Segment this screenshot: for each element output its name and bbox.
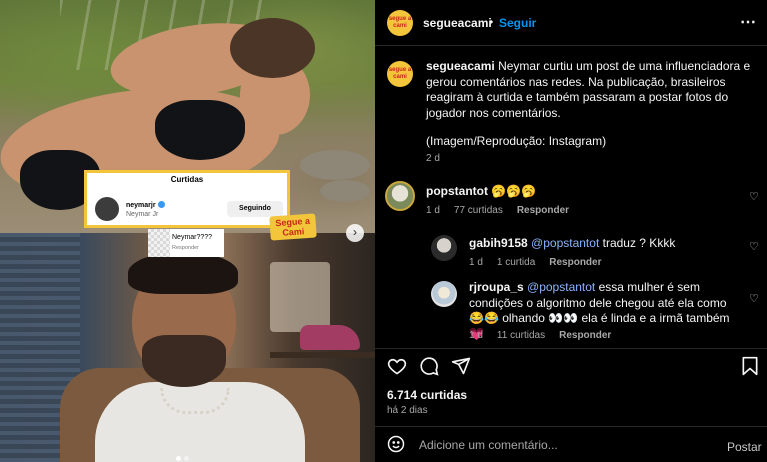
share-icon[interactable]	[451, 356, 471, 382]
separator-dot: •	[489, 15, 494, 29]
carousel-dot	[176, 456, 181, 461]
verified-icon	[157, 201, 165, 208]
overlay-fullname: Neymar Jr	[126, 211, 159, 218]
bookmark-icon[interactable]	[741, 356, 759, 382]
likes-overlay: Curtidas neymarjr Neymar Jr Seguindo	[84, 170, 290, 228]
caption-time: 2 d	[426, 153, 440, 164]
woman-hair	[230, 18, 315, 78]
action-bar: 6.714 curtidas há 2 dias	[375, 348, 767, 418]
more-icon[interactable]: ⋯	[740, 12, 757, 32]
avatar[interactable]	[431, 281, 457, 307]
comment-body: traduz ? Kkkk	[599, 236, 676, 250]
shoe	[300, 325, 360, 350]
heart-icon[interactable]: ♡	[749, 190, 759, 203]
comment-meta: 1 d 11 curtidas Responder	[469, 330, 625, 341]
likes-count[interactable]: 6.714 curtidas	[387, 388, 467, 402]
overlay-username-text: neymarjr	[126, 202, 156, 209]
comment-mention[interactable]: @popstantot	[531, 236, 599, 250]
post-panel: segue a cami segueacami • Seguir ⋯ segue…	[375, 0, 767, 462]
comment-meta: 1 d 1 curtida Responder	[469, 257, 616, 268]
avatar[interactable]	[431, 235, 457, 261]
shelf	[270, 352, 375, 358]
caption-username[interactable]: segueacami	[426, 59, 495, 73]
post-button[interactable]: Postar	[727, 440, 762, 454]
comment-text: gabih9158 @popstantot traduz ? Kkkk	[469, 236, 675, 252]
next-icon[interactable]: ›	[346, 224, 364, 242]
comment-likes[interactable]: 1 curtida	[497, 257, 535, 268]
reply-overlay: Neymar???? Responder	[148, 229, 224, 257]
add-comment-bar: Postar	[375, 426, 767, 462]
carousel-dots	[176, 450, 200, 461]
overlay-following-button: Seguindo	[227, 201, 283, 217]
post-header: segue a cami segueacami • Seguir ⋯	[375, 0, 767, 46]
comment-input[interactable]	[419, 436, 709, 454]
bikini-top	[155, 100, 245, 160]
comment-likes[interactable]: 11 curtidas	[497, 330, 545, 341]
likes-overlay-row: neymarjr Neymar Jr Seguindo	[93, 195, 283, 225]
comments-list[interactable]: segue a cami segueacami Neymar curtiu um…	[375, 47, 767, 347]
reply-overlay-sub: Responder	[172, 245, 199, 251]
reply-overlay-text: Neymar????	[172, 234, 213, 241]
man-beard	[142, 335, 226, 387]
blurred-avatar	[148, 229, 170, 257]
man-hair	[128, 252, 238, 294]
caption: segueacami Neymar curtiu um post de uma …	[426, 59, 751, 121]
comment-mention[interactable]: @popstantot	[527, 280, 595, 294]
comment-body: 🥱🥱🥱	[491, 184, 537, 198]
post-time: há 2 dias	[387, 405, 428, 416]
rock	[300, 150, 370, 180]
carousel-dot	[184, 456, 189, 461]
reply-button[interactable]: Responder	[549, 257, 601, 268]
header-username[interactable]: segueacami	[423, 16, 492, 30]
overlay-username: neymarjr	[126, 201, 165, 209]
comment-icon[interactable]	[419, 356, 439, 382]
heart-icon[interactable]: ♡	[749, 292, 759, 305]
caption-credit: (Imagem/Reprodução: Instagram)	[426, 134, 607, 148]
lamp	[270, 262, 330, 332]
smiley-icon[interactable]	[387, 435, 405, 458]
avatar[interactable]: segue a cami	[387, 61, 413, 87]
follow-button[interactable]: Seguir	[499, 16, 536, 30]
comment-time: 1 d	[426, 205, 440, 216]
rock	[320, 180, 370, 202]
avatar[interactable]: segue a cami	[387, 10, 413, 36]
heart-icon[interactable]: ♡	[749, 240, 759, 253]
comment-username[interactable]: gabih9158	[469, 236, 528, 250]
brand-sticker: Segue a Cami	[269, 213, 317, 241]
comment-time: 1 d	[469, 257, 483, 268]
avatar	[95, 197, 119, 221]
comment-username[interactable]: rjroupa_s	[469, 280, 524, 294]
comment-meta: 1 d 77 curtidas Responder	[426, 205, 583, 216]
likes-overlay-title: Curtidas	[170, 175, 204, 184]
reply-button[interactable]: Responder	[559, 330, 611, 341]
heart-icon[interactable]	[387, 356, 407, 382]
post-media[interactable]: Curtidas neymarjr Neymar Jr Seguindo Ney…	[0, 0, 375, 462]
avatar[interactable]	[385, 181, 415, 211]
comment-likes[interactable]: 77 curtidas	[454, 205, 503, 216]
comment-time: 1 d	[469, 330, 483, 341]
comment-text: popstantot 🥱🥱🥱	[426, 184, 536, 200]
comment-username[interactable]: popstantot	[426, 184, 488, 198]
reply-button[interactable]: Responder	[517, 205, 569, 216]
